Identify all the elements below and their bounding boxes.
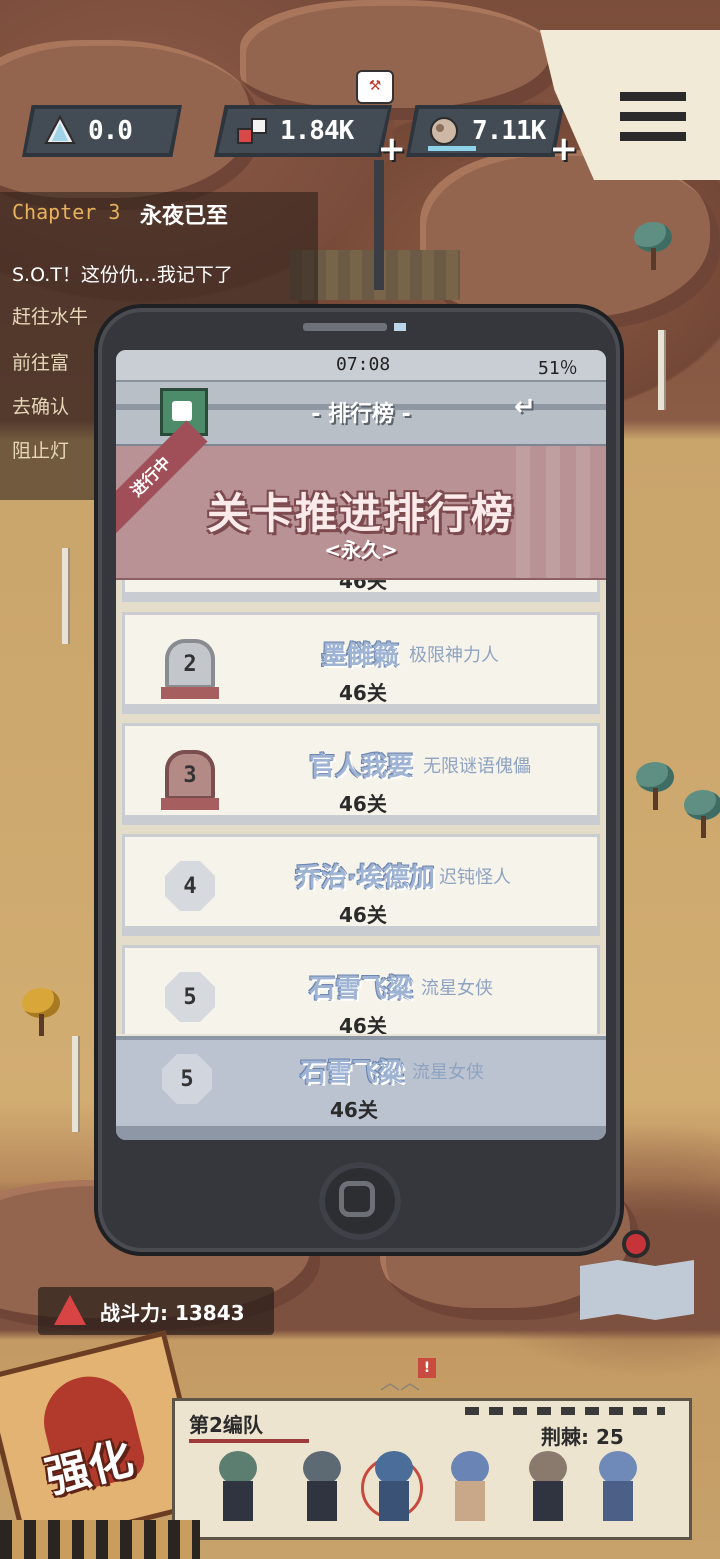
phone-status-bar: 07:08 51％ <box>116 350 606 380</box>
rank-number: 2 <box>183 651 197 677</box>
leaderboard-banner: 进行中 关卡推进排行榜 <永久> <box>116 420 606 584</box>
map-icon <box>580 1260 694 1320</box>
rank-number: 5 <box>180 1066 194 1092</box>
player-title: 无限谜语傀儡 <box>423 756 531 777</box>
rank-medal-bronze: 3 <box>161 750 219 810</box>
quest-item[interactable]: S.O.T！这份仇…我记下了 <box>12 260 233 287</box>
phone-speaker <box>303 323 387 331</box>
street-lamp <box>62 548 68 644</box>
team-unit[interactable] <box>521 1451 575 1527</box>
team-unit[interactable] <box>295 1451 349 1527</box>
status-battery: 51％ <box>538 358 578 379</box>
add-ore-button[interactable]: + <box>550 129 579 169</box>
tree <box>684 790 720 840</box>
parts-icon <box>236 115 268 147</box>
ore-value: 7.11K <box>472 116 546 146</box>
team-unit-selected[interactable] <box>361 1451 423 1527</box>
player-title: 极限神力人 <box>409 645 499 666</box>
my-rank-row[interactable]: 5 石雪飞粱 流星女侠 46关 <box>116 1036 606 1130</box>
tree <box>636 762 674 812</box>
player-level: 46关 <box>339 792 387 816</box>
team-name: 第2编队 <box>189 1413 263 1437</box>
list-item[interactable]: 5 石雪飞粱 流星女侠 46关 <box>122 945 600 1034</box>
player-name: 石雪飞粱 <box>300 1058 405 1088</box>
list-item[interactable]: 4 乔治·埃德加 迟钝怪人 46关 <box>122 834 600 936</box>
rank-badge: 5 <box>165 972 215 1022</box>
screen-bottom-edge <box>116 1126 606 1140</box>
phone-camera <box>394 323 406 331</box>
tree <box>22 988 60 1038</box>
player-name: 墨雠籁 <box>321 641 400 671</box>
street-lamp <box>72 1036 78 1132</box>
player-title: 迟钝怪人 <box>439 867 511 888</box>
parts-value: 1.84K <box>280 116 354 146</box>
map-marker-icon <box>622 1230 650 1258</box>
hamburger-menu-icon <box>620 92 686 101</box>
player-title: 流星女侠 <box>421 978 493 999</box>
status-time: 07:08 <box>336 354 391 375</box>
player-level: 46关 <box>339 681 387 705</box>
hamburger-line <box>620 132 686 141</box>
team-unit[interactable] <box>443 1451 497 1527</box>
player-level: 46关 <box>339 903 387 927</box>
combat-power-badge: 战斗力: 13843 <box>38 1287 274 1335</box>
tree <box>634 222 672 272</box>
resource-parts[interactable]: 1.84K + <box>214 105 406 169</box>
rank-badge: 5 <box>162 1054 212 1104</box>
resource-crystal[interactable]: 0.0 <box>22 105 182 157</box>
rank-badge: 4 <box>165 861 215 911</box>
back-arrow-icon[interactable]: ↵ <box>514 392 566 422</box>
alert-badge: ! <box>418 1358 436 1378</box>
phone-home-button[interactable] <box>319 1162 401 1240</box>
team-unit[interactable] <box>591 1451 645 1527</box>
hammer-upgrade-icon[interactable]: ⚒ <box>356 70 394 104</box>
map-button[interactable] <box>580 1230 694 1320</box>
team-panel[interactable]: 第2编队 荆棘: 25 <box>172 1398 692 1540</box>
list-item[interactable]: 46关 <box>122 580 600 602</box>
crystal-value: 0.0 <box>88 116 133 146</box>
rank-number: 3 <box>183 762 197 788</box>
ground-stripes <box>0 1520 200 1559</box>
hamburger-line <box>620 112 686 121</box>
quest-item[interactable]: 阻止灯 <box>12 436 69 463</box>
player-level: 46关 <box>339 580 387 593</box>
add-parts-button[interactable]: + <box>378 129 407 169</box>
team-cost: 荆棘: 25 <box>541 1425 624 1449</box>
chapter-number: Chapter 3 <box>12 200 121 224</box>
player-name: 官人我要 <box>309 752 414 782</box>
leaderboard-list[interactable]: 46关 2 墨雠籁 极限神力人 46关 3 官人我要 无限谜语傀儡 46关 4 … <box>116 580 606 1034</box>
quest-item[interactable]: 去确认 <box>12 392 69 419</box>
rank-number: 4 <box>183 873 197 899</box>
leaderboard-screen: 07:08 51％ - 排行榜 - ↵ 进行中 关卡推进排行榜 <永久> 46关… <box>116 350 606 1140</box>
list-item[interactable]: 3 官人我要 无限谜语傀儡 46关 <box>122 723 600 825</box>
quest-item[interactable]: 赶往水牛 <box>12 302 88 329</box>
team-name-underline <box>189 1439 309 1443</box>
signpost <box>658 330 664 410</box>
rank-number: 5 <box>183 984 197 1010</box>
rank-medal-silver: 2 <box>161 639 219 699</box>
warning-icon <box>54 1295 86 1325</box>
player-level: 46关 <box>330 1098 378 1122</box>
quest-item[interactable]: 前往富 <box>12 348 69 375</box>
player-level: 46关 <box>339 1014 387 1034</box>
combat-power-label: 战斗力: 13843 <box>100 1301 245 1325</box>
player-title: 流星女侠 <box>412 1062 484 1083</box>
rock-cliff <box>240 0 560 120</box>
list-item[interactable]: 2 墨雠籁 极限神力人 46关 <box>122 612 600 714</box>
crystal-icon <box>44 114 76 147</box>
panel-dash-divider <box>465 1407 665 1415</box>
resource-ore[interactable]: 7.11K + <box>406 105 578 169</box>
banner-subtitle: <永久> <box>324 538 398 562</box>
player-name: 乔治·埃德加 <box>295 863 435 893</box>
ore-icon <box>428 115 460 147</box>
team-unit[interactable] <box>211 1451 265 1527</box>
tower-pylon <box>374 160 384 290</box>
banner-title: 关卡推进排行榜 <box>206 489 515 538</box>
chapter-name: 永夜已至 <box>140 204 229 229</box>
player-name: 石雪飞粱 <box>309 974 414 1004</box>
